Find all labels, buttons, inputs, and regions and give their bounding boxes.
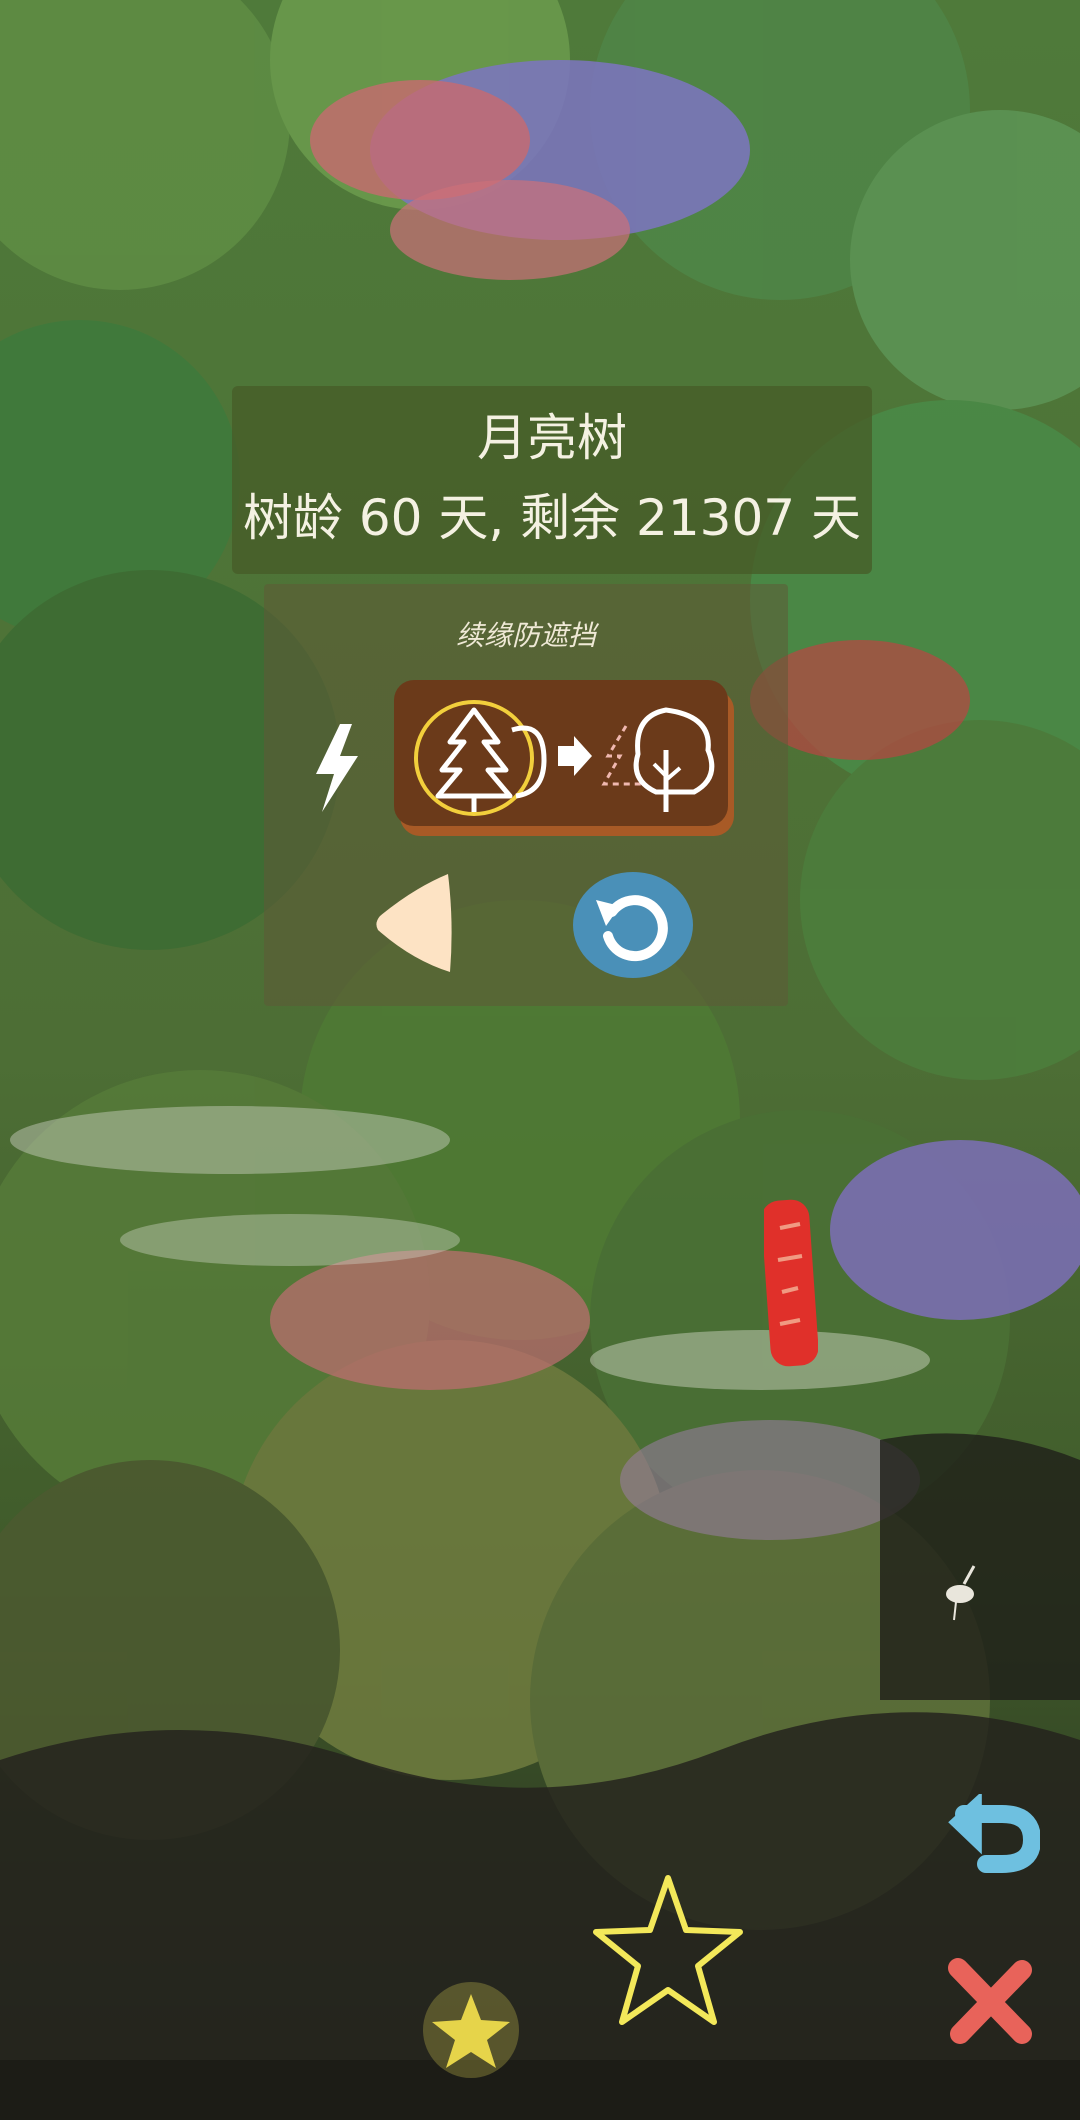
forest-background (0, 0, 1080, 2120)
close-button[interactable] (944, 1958, 1034, 2044)
lightning-icon[interactable] (310, 722, 364, 814)
refresh-button[interactable] (572, 870, 694, 980)
previous-button[interactable] (370, 868, 460, 978)
glowing-star-icon (416, 1980, 526, 2080)
tree-transform-button[interactable] (394, 680, 738, 840)
tree-age-text: 树龄 60 天, 剩余 21307 天 (242, 489, 862, 547)
undo-button[interactable] (924, 1794, 1040, 1890)
tree-info-panel: 月亮树 树龄 60 天, 剩余 21307 天 (232, 386, 872, 574)
panel-title: 续缘防遮挡 (455, 619, 596, 652)
red-seal-icon (764, 1198, 818, 1370)
star-button[interactable] (590, 1870, 746, 2034)
tree-name: 月亮树 (477, 409, 627, 467)
